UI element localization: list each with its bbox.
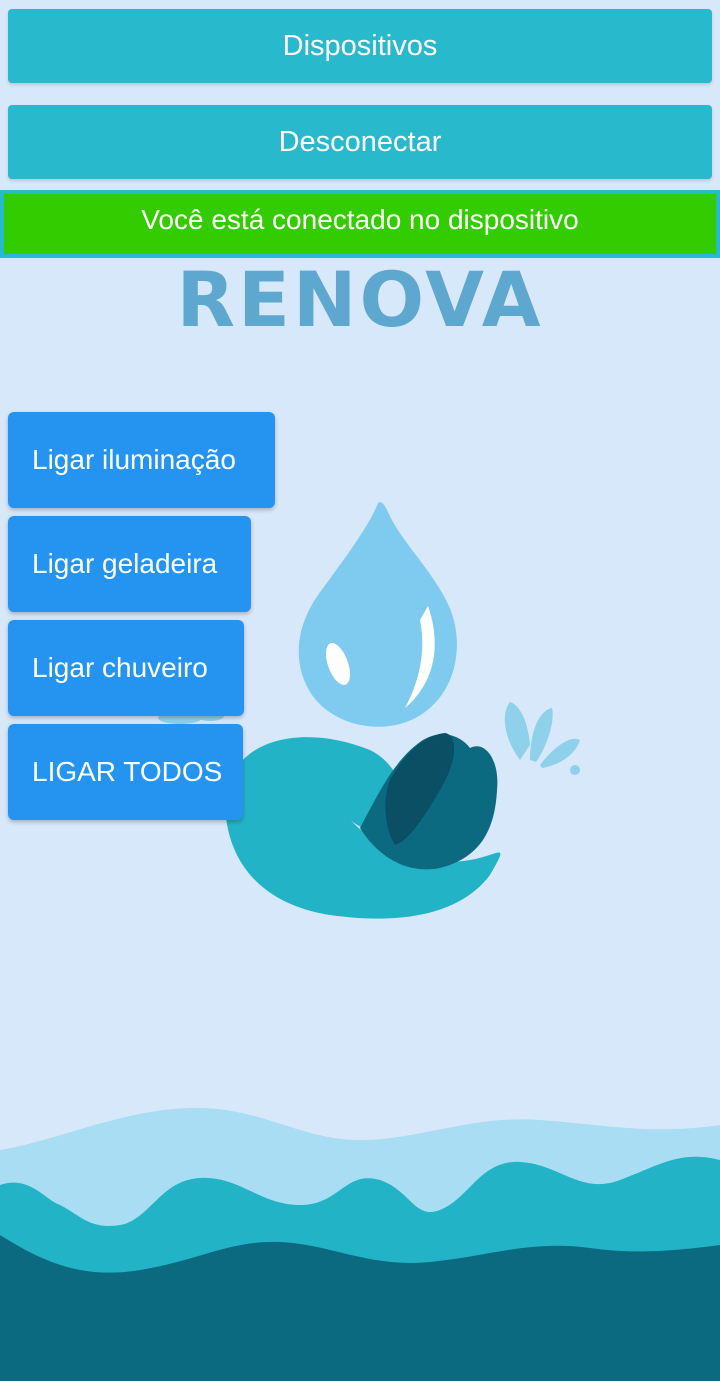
turn-on-fridge-button[interactable]: Ligar geladeira — [8, 516, 251, 612]
disconnect-button[interactable]: Desconectar — [8, 105, 712, 179]
renova-logo: RENOVA — [176, 255, 544, 344]
connection-status-banner: Você está conectado no dispositivo — [0, 190, 720, 258]
turn-on-shower-button[interactable]: Ligar chuveiro — [8, 620, 244, 716]
devices-button[interactable]: Dispositivos — [8, 9, 712, 83]
water-drop-icon — [298, 502, 457, 727]
turn-on-lighting-button[interactable]: Ligar iluminação — [8, 412, 275, 508]
turn-on-all-button[interactable]: LIGAR TODOS — [8, 724, 243, 820]
splash-right-icon — [504, 702, 580, 775]
